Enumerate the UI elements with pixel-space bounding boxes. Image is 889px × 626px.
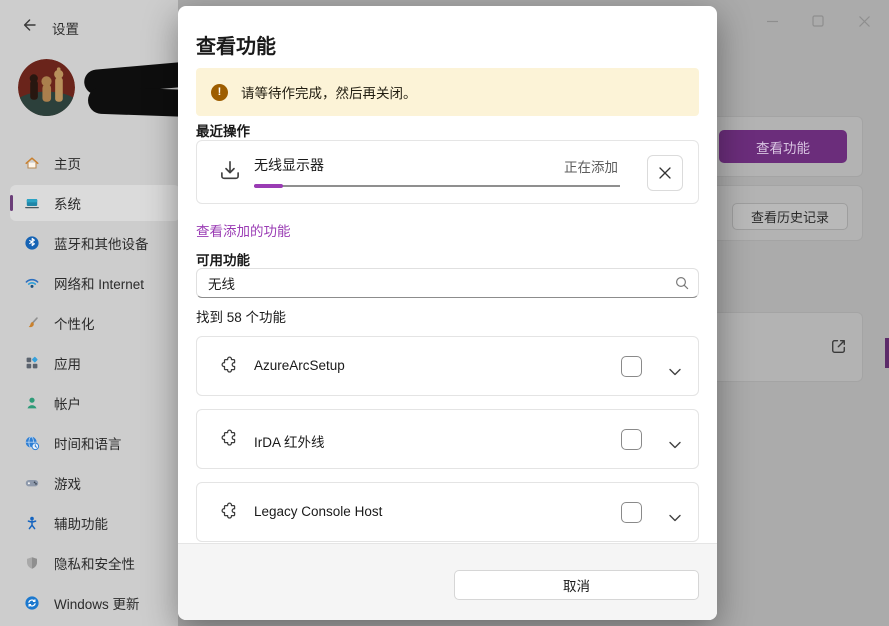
status-text: 正在添加: [564, 156, 618, 176]
results-count: 找到 58 个功能: [196, 306, 286, 326]
sidebar-item-time-language[interactable]: 时间和语言: [10, 425, 180, 461]
dialog-footer: 取消: [178, 543, 717, 620]
network-icon: [24, 275, 40, 291]
app-title: 设置: [52, 18, 79, 38]
puzzle-icon: [218, 502, 239, 528]
chevron-down-icon[interactable]: [668, 509, 682, 527]
sidebar-item-label: 个性化: [54, 313, 95, 333]
feature-row-azurearcsetup[interactable]: AzureArcSetup: [196, 336, 699, 396]
background-window-edge: [885, 338, 889, 368]
feature-checkbox[interactable]: [621, 502, 642, 523]
warning-text: 请等待作完成，然后再关闭。: [241, 82, 417, 102]
feature-search: [196, 268, 699, 298]
feature-checkbox[interactable]: [621, 429, 642, 450]
sidebar-item-network[interactable]: 网络和 Internet: [10, 265, 180, 301]
progress-bar: [254, 185, 620, 187]
feature-list: AzureArcSetup IrDA 红外线 Legacy Console Ho…: [196, 336, 699, 543]
sidebar-item-label: 网络和 Internet: [54, 273, 144, 293]
home-icon: [24, 155, 40, 171]
sidebar-item-label: 系统: [54, 193, 81, 213]
sidebar-item-label: 辅助功能: [54, 513, 108, 533]
view-features-button[interactable]: 查看功能: [719, 130, 847, 163]
sidebar-item-system[interactable]: 系统: [10, 185, 180, 221]
progress-bar-fill: [254, 184, 283, 188]
feature-name: AzureArcSetup: [254, 358, 345, 373]
sidebar-item-label: 游戏: [54, 473, 81, 493]
sidebar-item-bluetooth[interactable]: 蓝牙和其他设备: [10, 225, 180, 261]
sidebar-item-label: Windows 更新: [54, 593, 140, 613]
gaming-icon: [24, 475, 40, 491]
close-icon: [858, 15, 871, 28]
windows-update-icon: [24, 595, 40, 611]
sidebar-item-label: 蓝牙和其他设备: [54, 233, 149, 253]
feature-name: Legacy Console Host: [254, 504, 382, 519]
external-link-button[interactable]: [828, 336, 849, 362]
system-icon: [24, 195, 40, 211]
sidebar-item-home[interactable]: 主页: [10, 145, 180, 181]
feature-installing-name: 无线显示器: [254, 155, 324, 175]
download-icon: [217, 158, 243, 189]
accessibility-icon: [24, 515, 40, 531]
recent-actions-heading: 最近操作: [196, 120, 250, 140]
sidebar-item-label: 时间和语言: [54, 433, 122, 453]
view-features-dialog: 查看功能 ! 请等待作完成，然后再关闭。 最近操作 无线显示器 正在添加 查看添…: [178, 6, 717, 620]
sidebar: 主页 系统 蓝牙和其他设备 网络和 Internet 个性化: [10, 145, 180, 625]
search-input[interactable]: [196, 268, 699, 298]
sidebar-item-label: 主页: [54, 153, 81, 173]
feature-row-irda[interactable]: IrDA 红外线: [196, 409, 699, 469]
recent-action-item: 无线显示器 正在添加: [196, 140, 699, 204]
sidebar-item-label: 应用: [54, 353, 81, 373]
sidebar-item-personalization[interactable]: 个性化: [10, 305, 180, 341]
sidebar-item-accounts[interactable]: 帐户: [10, 385, 180, 421]
bluetooth-icon: [24, 235, 40, 251]
arrow-left-icon: [20, 17, 38, 33]
search-icon: [674, 275, 690, 296]
puzzle-icon: [218, 356, 239, 382]
chess-avatar-image: [18, 59, 75, 116]
warning-icon: !: [211, 84, 228, 101]
dialog-title: 查看功能: [196, 30, 276, 59]
sidebar-item-label: 帐户: [54, 393, 81, 413]
time-language-icon: [24, 435, 40, 451]
sidebar-item-privacy-security[interactable]: 隐私和安全性: [10, 545, 180, 581]
maximize-button[interactable]: [795, 6, 841, 36]
available-features-heading: 可用功能: [196, 249, 250, 269]
view-history-button[interactable]: 查看历史记录: [732, 203, 848, 230]
view-added-features-link[interactable]: 查看添加的功能: [196, 220, 291, 240]
back-button[interactable]: [14, 12, 44, 38]
accounts-icon: [24, 395, 40, 411]
close-icon: [658, 166, 672, 180]
sidebar-item-windows-update[interactable]: Windows 更新: [10, 585, 180, 621]
chevron-down-icon[interactable]: [668, 436, 682, 454]
shield-icon: [24, 555, 40, 571]
feature-name: IrDA 红外线: [254, 431, 325, 451]
warning-banner: ! 请等待作完成，然后再关闭。: [196, 68, 699, 116]
sidebar-item-label: 隐私和安全性: [54, 553, 135, 573]
maximize-icon: [812, 15, 824, 27]
cancel-operation-button[interactable]: [647, 155, 683, 191]
sidebar-item-apps[interactable]: 应用: [10, 345, 180, 381]
apps-icon: [24, 355, 40, 371]
avatar[interactable]: [18, 59, 75, 116]
minimize-icon: [766, 15, 779, 28]
close-window-button[interactable]: [841, 6, 887, 36]
feature-row-legacy-console-host[interactable]: Legacy Console Host: [196, 482, 699, 542]
window-controls: [749, 6, 887, 36]
sidebar-item-gaming[interactable]: 游戏: [10, 465, 180, 501]
external-link-icon: [828, 336, 849, 357]
chevron-down-icon[interactable]: [668, 363, 682, 381]
feature-checkbox[interactable]: [621, 356, 642, 377]
personalization-icon: [24, 315, 40, 331]
sidebar-item-accessibility[interactable]: 辅助功能: [10, 505, 180, 541]
minimize-button[interactable]: [749, 6, 795, 36]
cancel-button[interactable]: 取消: [454, 570, 699, 600]
puzzle-icon: [218, 429, 239, 455]
